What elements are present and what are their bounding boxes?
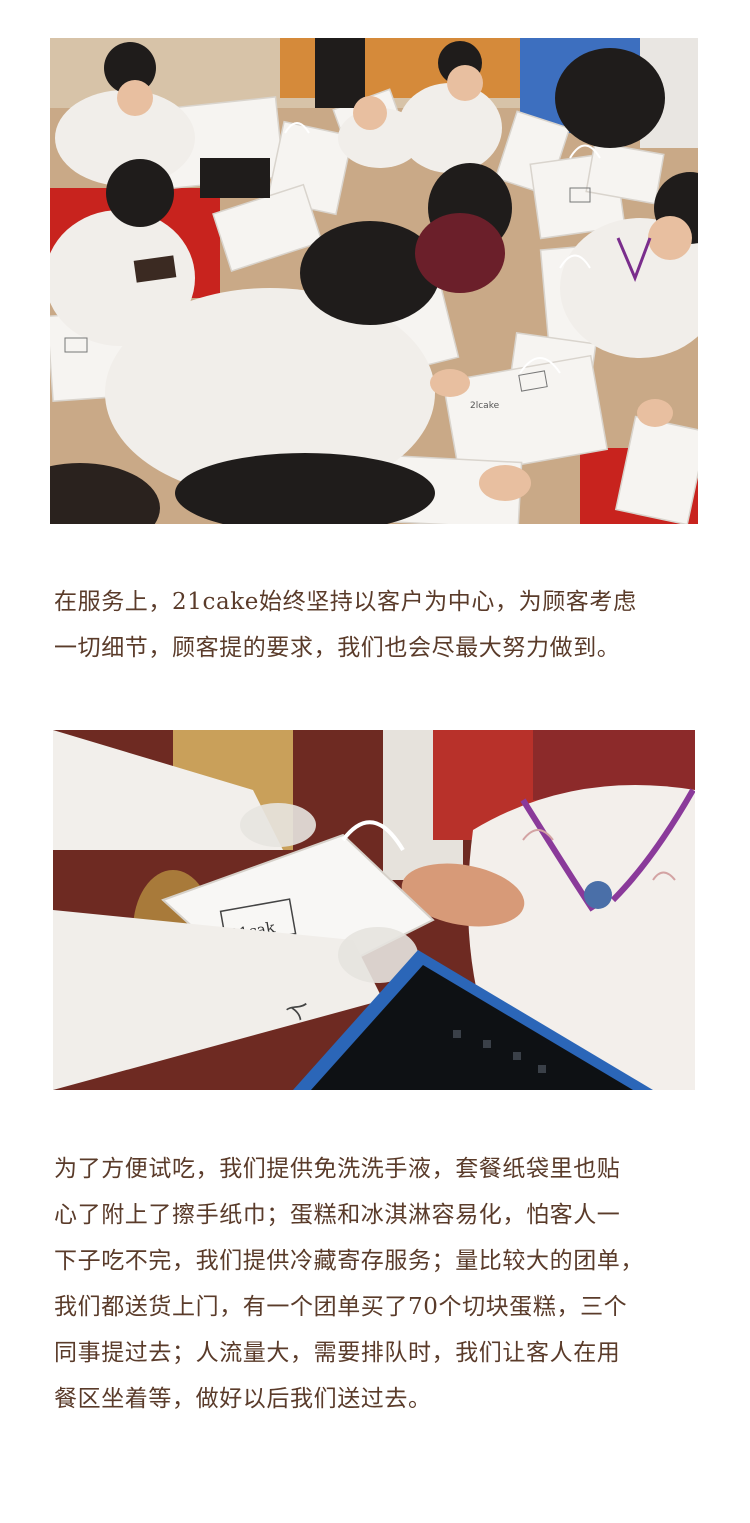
bag-label-1: 2lcake [470,401,500,411]
bag-handover-photo: 21cak 入 [53,730,695,1090]
paragraph-line: 一切细节，顾客提的要求，我们也会尽最大努力做到。 [54,635,621,661]
services-detail-paragraph: 为了方便试吃，我们提供免洗洗手液，套餐纸袋里也贴 心了附上了擦手纸巾；蛋糕和冰淇… [54,1146,704,1422]
paragraph-line: 餐区坐着等，做好以后我们送过去。 [54,1386,432,1412]
paragraph-line: 为了方便试吃，我们提供免洗洗手液，套餐纸袋里也贴 [54,1156,621,1182]
paragraph-line: 我们都送货上门，有一个团单买了70个切块蛋糕，三个 [54,1294,628,1320]
paragraph-line: 下子吃不完，我们提供冷藏寄存服务；量比较大的团单， [54,1248,644,1274]
paragraph-line: 在服务上，21cake始终坚持以客户为中心，为顾客考虑 [54,589,637,615]
paragraph-line: 同事提过去；人流量大，需要排队时，我们让客人在用 [54,1340,621,1366]
packing-bags-photo: 2lcake [50,38,698,524]
service-paragraph: 在服务上，21cake始终坚持以客户为中心，为顾客考虑 一切细节，顾客提的要求，… [54,579,704,671]
paragraph-line: 心了附上了擦手纸巾；蛋糕和冰淇淋容易化，怕客人一 [54,1202,621,1228]
